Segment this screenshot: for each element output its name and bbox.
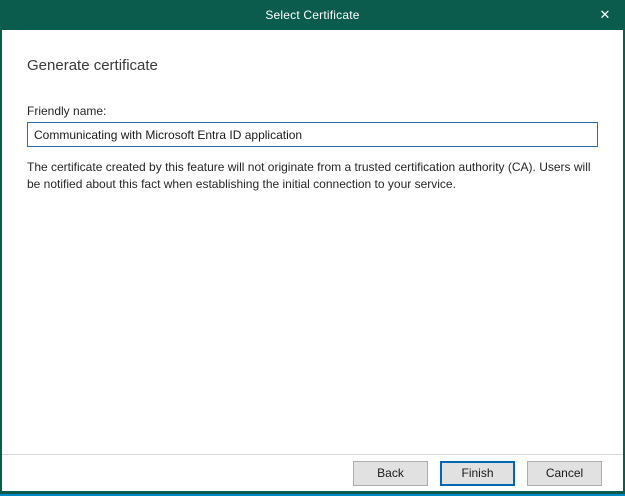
friendly-name-input[interactable]: [27, 122, 598, 147]
certificate-notice-text: The certificate created by this feature …: [27, 159, 598, 193]
select-certificate-dialog: Select Certificate ✕ Generate certificat…: [0, 0, 625, 496]
cancel-button[interactable]: Cancel: [527, 461, 602, 486]
finish-button[interactable]: Finish: [440, 461, 515, 486]
dialog-body: Generate certificate Friendly name: The …: [0, 30, 625, 491]
dialog-content: Generate certificate Friendly name: The …: [2, 30, 623, 454]
window-title: Select Certificate: [265, 8, 359, 22]
back-button[interactable]: Back: [353, 461, 428, 486]
footer-button-bar: Back Finish Cancel: [2, 455, 623, 491]
close-icon[interactable]: ✕: [585, 0, 625, 30]
page-title: Generate certificate: [27, 57, 598, 74]
titlebar[interactable]: Select Certificate ✕: [0, 0, 625, 30]
friendly-name-label: Friendly name:: [27, 104, 598, 118]
